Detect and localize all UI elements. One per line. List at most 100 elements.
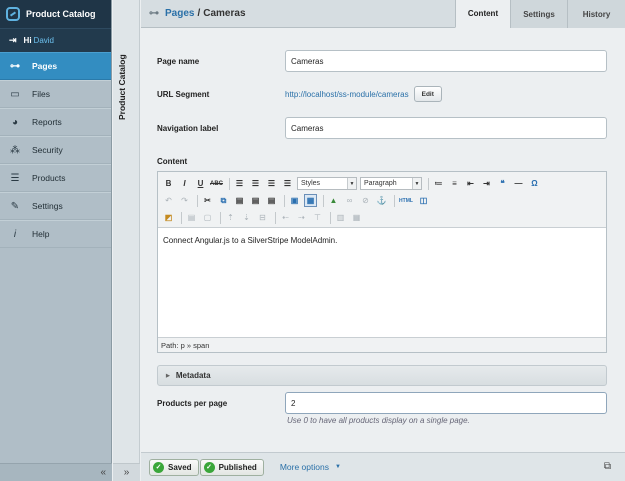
url-segment-label: URL Segment bbox=[157, 89, 210, 99]
align-right-icon[interactable]: ☰ bbox=[265, 177, 278, 190]
more-options-button[interactable]: More options ▼ bbox=[280, 462, 341, 472]
table-icon[interactable]: ▦ bbox=[304, 194, 317, 207]
menu-item-files[interactable]: ▭ Files bbox=[0, 80, 111, 108]
editor-body-text: Connect Angular.js to a SilverStripe Mod… bbox=[163, 236, 338, 245]
unlink-icon[interactable]: ⊘ bbox=[359, 194, 372, 207]
breadcrumb-link-pages[interactable]: Pages bbox=[165, 8, 194, 19]
indent-icon[interactable]: ⇥ bbox=[480, 177, 493, 190]
chevron-down-icon: ▼ bbox=[347, 178, 356, 189]
wrench-icon: ✎ bbox=[10, 200, 20, 212]
horizontal-rule-icon[interactable]: — bbox=[512, 177, 525, 190]
paste-word-icon[interactable]: ▤ bbox=[265, 194, 278, 207]
menu-item-label: Settings bbox=[32, 201, 63, 211]
silverstripe-logo-icon bbox=[6, 7, 20, 21]
col-before-icon[interactable]: ⇠ bbox=[279, 211, 292, 224]
merge-cells-icon[interactable]: ▦ bbox=[350, 211, 363, 224]
toolbar-divider bbox=[394, 194, 395, 207]
html-source-icon[interactable]: HTML bbox=[398, 194, 414, 207]
menu-item-pages[interactable]: ⊶ Pages bbox=[0, 52, 111, 80]
menu-item-label: Security bbox=[32, 145, 63, 155]
user-greeting[interactable]: ⇥ Hi David bbox=[0, 28, 111, 52]
delete-row-icon[interactable]: ⊟ bbox=[256, 211, 269, 224]
preview-edit-icon[interactable]: ⧉ bbox=[604, 461, 611, 472]
menu-item-label: Pages bbox=[32, 61, 58, 71]
url-segment-link[interactable]: http://localhost/ss-module/cameras bbox=[285, 90, 409, 99]
delete-col-icon[interactable]: ⊤ bbox=[311, 211, 324, 224]
menu-item-reports[interactable]: ◕ Reports bbox=[0, 108, 111, 136]
editor-content-area[interactable]: Connect Angular.js to a SilverStripe Mod… bbox=[158, 228, 606, 337]
tab-history[interactable]: History bbox=[567, 0, 625, 28]
edit-table-icon[interactable]: ◩ bbox=[162, 211, 175, 224]
menu-item-help[interactable]: i Help bbox=[0, 220, 111, 248]
undo-icon[interactable]: ↶ bbox=[162, 194, 175, 207]
url-edit-button[interactable]: Edit bbox=[413, 86, 442, 102]
collapse-left-icon: « bbox=[100, 467, 106, 478]
redo-icon[interactable]: ↷ bbox=[178, 194, 191, 207]
align-justify-icon[interactable]: ☰ bbox=[281, 177, 294, 190]
underline-button[interactable]: U bbox=[194, 177, 207, 190]
menu-item-products[interactable]: ☰ Products bbox=[0, 164, 111, 192]
tab-settings[interactable]: Settings bbox=[510, 0, 567, 28]
numbered-list-icon[interactable]: ≡ bbox=[448, 177, 461, 190]
toolbar-divider bbox=[323, 194, 324, 207]
row-after-icon[interactable]: ⇣ bbox=[240, 211, 253, 224]
menu-collapse-button[interactable]: « bbox=[0, 463, 112, 481]
copy-icon[interactable]: ⧉ bbox=[217, 194, 230, 207]
col-after-icon[interactable]: ⇢ bbox=[295, 211, 308, 224]
menu-item-label: Reports bbox=[32, 117, 62, 127]
tree-expand-button[interactable]: » bbox=[113, 463, 140, 481]
metadata-toggle[interactable]: ▶ Metadata bbox=[157, 365, 607, 386]
metadata-label: Metadata bbox=[175, 371, 211, 380]
logout-icon[interactable]: ⇥ bbox=[9, 35, 17, 46]
more-options-label: More options bbox=[279, 462, 329, 472]
toolbar-divider bbox=[229, 177, 230, 190]
insert-image-icon[interactable]: ▲ bbox=[327, 194, 340, 207]
toolbar-divider bbox=[220, 211, 221, 224]
menu-item-settings[interactable]: ✎ Settings bbox=[0, 192, 111, 220]
site-tree-panel[interactable]: Product Catalog » bbox=[113, 0, 140, 481]
breadcrumb-separator: / bbox=[197, 8, 201, 19]
row-props-icon[interactable]: ▤ bbox=[185, 211, 198, 224]
tab-content[interactable]: Content bbox=[455, 0, 510, 28]
cut-icon[interactable]: ✂ bbox=[201, 194, 214, 207]
nav-label-input[interactable]: Cameras bbox=[285, 117, 607, 139]
find-icon[interactable]: ▣ bbox=[288, 194, 301, 207]
menu-item-label: Products bbox=[32, 173, 66, 183]
menu-item-security[interactable]: ⁂ Security bbox=[0, 136, 111, 164]
paste-icon[interactable]: ▤ bbox=[233, 194, 246, 207]
products-per-page-input[interactable]: 2 bbox=[285, 392, 607, 414]
row-before-icon[interactable]: ⇡ bbox=[224, 211, 237, 224]
outdent-icon[interactable]: ⇤ bbox=[464, 177, 477, 190]
italic-button[interactable]: I bbox=[178, 177, 191, 190]
cell-props-icon[interactable]: ▢ bbox=[201, 211, 214, 224]
user-name[interactable]: David bbox=[34, 36, 54, 45]
link-icon[interactable]: ∞ bbox=[343, 194, 356, 207]
edit-form: Page name Cameras URL Segment http://loc… bbox=[141, 29, 625, 452]
saved-button[interactable]: ✓ Saved bbox=[149, 458, 199, 476]
fullscreen-icon[interactable]: ◫ bbox=[417, 194, 430, 207]
bullet-list-icon[interactable]: ≔ bbox=[432, 177, 445, 190]
anchor-icon[interactable]: ⚓ bbox=[375, 194, 388, 207]
align-left-icon[interactable]: ☰ bbox=[233, 177, 246, 190]
bold-button[interactable]: B bbox=[162, 177, 175, 190]
paste-text-icon[interactable]: ▤ bbox=[249, 194, 262, 207]
special-char-icon[interactable]: Ω bbox=[528, 177, 541, 190]
page-name-input[interactable]: Cameras bbox=[285, 50, 607, 72]
content-header: ⊶ Pages / Cameras Content Settings Histo… bbox=[141, 0, 625, 28]
chevron-down-icon: ▼ bbox=[412, 178, 421, 189]
strikethrough-button[interactable]: ABC bbox=[210, 177, 223, 190]
app-header[interactable]: Product Catalog bbox=[0, 0, 111, 28]
format-select[interactable]: Paragraph ▼ bbox=[360, 177, 422, 190]
published-button[interactable]: ✓ Published bbox=[199, 458, 264, 476]
wysiwyg-editor: B I U ABC ☰ ☰ ☰ ☰ Styles ▼ Paragraph ▼ ≔ bbox=[157, 171, 607, 353]
blockquote-icon[interactable]: ❝ bbox=[496, 177, 509, 190]
styles-select[interactable]: Styles ▼ bbox=[297, 177, 357, 190]
published-label: Published bbox=[218, 462, 257, 472]
image-icon: ▭ bbox=[10, 88, 20, 100]
database-icon: ☰ bbox=[10, 172, 20, 184]
users-icon: ⁂ bbox=[10, 144, 20, 156]
align-center-icon[interactable]: ☰ bbox=[249, 177, 262, 190]
split-cells-icon[interactable]: ▥ bbox=[334, 211, 347, 224]
editor-path-text: Path: p » span bbox=[161, 340, 210, 350]
sitemap-icon: ⊶ bbox=[10, 60, 20, 72]
